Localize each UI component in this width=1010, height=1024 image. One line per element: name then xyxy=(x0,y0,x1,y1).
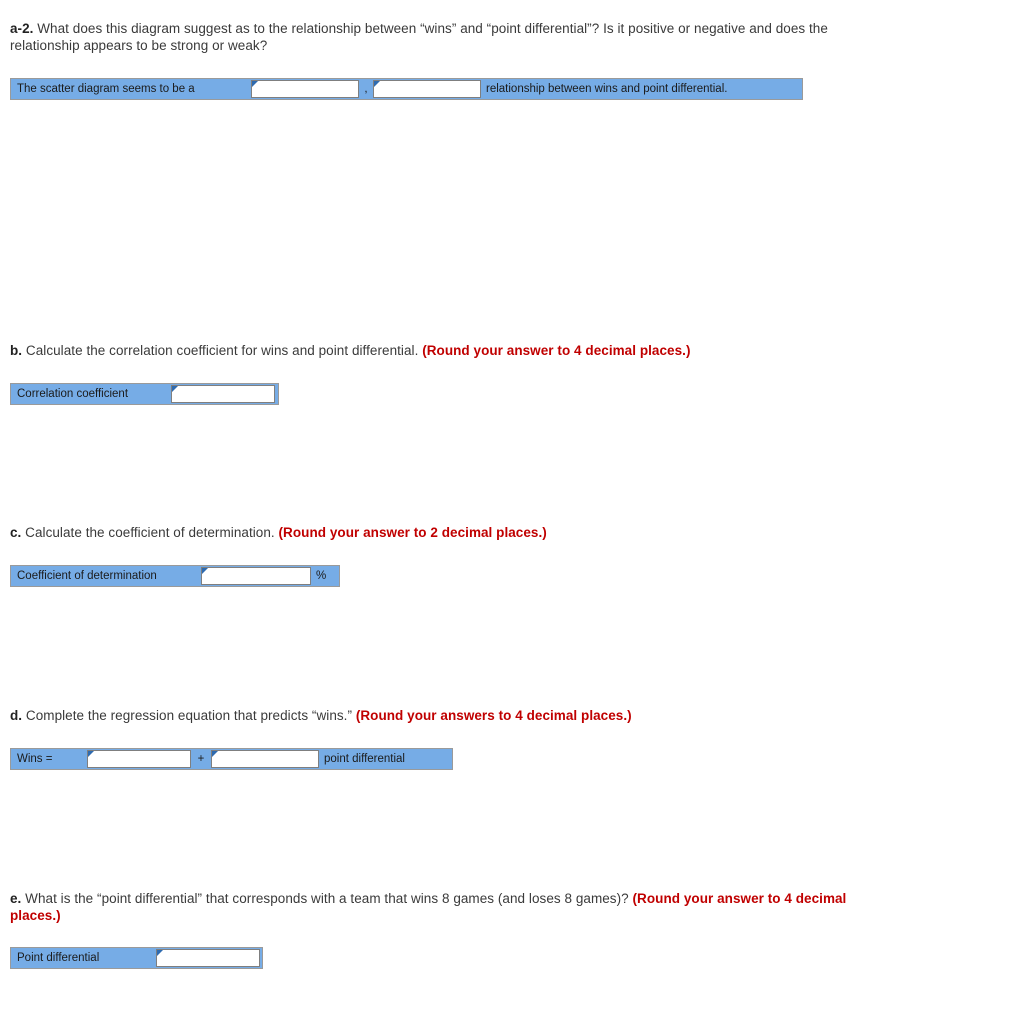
question-d-round-note: (Round your answers to 4 decimal places.… xyxy=(355,708,632,723)
regression-slope-input[interactable] xyxy=(211,750,319,768)
d-plus-operator: + xyxy=(197,753,205,765)
answer-row-c: Coefficient of determination % xyxy=(10,565,340,587)
question-a2-text: What does this diagram suggest as to the… xyxy=(10,21,828,53)
d-trailing-label: point differential xyxy=(324,753,405,765)
a2-input2-wrap xyxy=(373,79,481,99)
b-lead-label: Correlation coefficient xyxy=(17,388,129,400)
point-differential-input[interactable] xyxy=(156,949,260,967)
answer-row-d: Wins = + point differential xyxy=(10,748,453,770)
a2-lead-label: The scatter diagram seems to be a xyxy=(17,83,195,95)
c-input-wrap xyxy=(201,566,311,586)
question-b-text: Calculate the correlation coefficient fo… xyxy=(22,343,423,358)
question-b-prompt: b. Calculate the correlation coefficient… xyxy=(10,342,910,359)
question-c-label: c. xyxy=(10,525,22,540)
c-lead-label: Coefficient of determination xyxy=(17,570,157,582)
e-input-wrap xyxy=(156,948,260,968)
worksheet-page: a-2. What does this diagram suggest as t… xyxy=(0,0,1010,1024)
question-b-round-note: (Round your answer to 4 decimal places.) xyxy=(422,343,691,358)
c-percent-unit: % xyxy=(316,570,327,582)
question-d-text: Complete the regression equation that pr… xyxy=(22,708,356,723)
regression-intercept-input[interactable] xyxy=(87,750,191,768)
e-lead-label: Point differential xyxy=(17,952,100,964)
a2-input1-wrap xyxy=(251,79,359,99)
question-d-label: d. xyxy=(10,708,23,723)
question-e-text: What is the “point differential” that co… xyxy=(21,891,633,906)
question-e-label: e. xyxy=(10,891,22,906)
answer-row-a2: The scatter diagram seems to be a , rela… xyxy=(10,78,803,100)
d-input2-wrap xyxy=(211,749,319,769)
d-lead-label: Wins = xyxy=(17,753,53,765)
a2-relationship-strength-input[interactable] xyxy=(373,80,481,98)
question-d-prompt: d. Complete the regression equation that… xyxy=(10,707,910,724)
answer-row-e: Point differential xyxy=(10,947,263,969)
a2-trailing-label: relationship between wins and point diff… xyxy=(486,83,728,95)
a2-comma-separator: , xyxy=(364,83,368,95)
coefficient-of-determination-input[interactable] xyxy=(201,567,311,585)
question-a2-prompt: a-2. What does this diagram suggest as t… xyxy=(10,20,900,54)
question-c-text: Calculate the coefficient of determinati… xyxy=(21,525,279,540)
d-input1-wrap xyxy=(87,749,191,769)
question-b-label: b. xyxy=(10,343,23,358)
answer-row-b: Correlation coefficient xyxy=(10,383,279,405)
correlation-coefficient-input[interactable] xyxy=(171,385,275,403)
question-c-prompt: c. Calculate the coefficient of determin… xyxy=(10,524,910,541)
question-e-prompt: e. What is the “point differential” that… xyxy=(10,890,870,924)
a2-relationship-direction-input[interactable] xyxy=(251,80,359,98)
question-c-round-note: (Round your answer to 2 decimal places.) xyxy=(278,525,547,540)
question-a2-label: a-2. xyxy=(10,21,34,36)
b-input-wrap xyxy=(171,384,275,404)
